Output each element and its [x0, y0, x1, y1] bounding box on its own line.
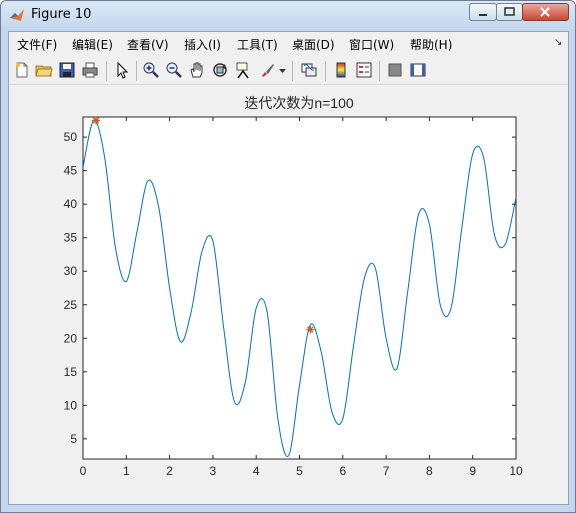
- maximize-icon: [504, 7, 515, 16]
- menu-file[interactable]: 文件(F): [17, 36, 57, 53]
- window-title: Figure 10: [31, 7, 92, 22]
- toolbar-separator: [379, 61, 380, 81]
- zoom-out-icon[interactable]: [165, 61, 183, 79]
- y-tick-label: 15: [64, 365, 78, 379]
- menu-help[interactable]: 帮助(H): [410, 36, 452, 53]
- data-cursor-icon[interactable]: [234, 61, 252, 79]
- chart-title: 迭代次数为n=100: [244, 95, 354, 111]
- x-tick-label: 2: [166, 464, 173, 478]
- close-button[interactable]: [522, 3, 569, 21]
- x-tick-label: 7: [383, 464, 390, 478]
- colorbar-icon[interactable]: [332, 61, 350, 79]
- x-tick-label: 5: [296, 464, 303, 478]
- figure-client: 文件(F) 编辑(E) 查看(V) 插入(I) 工具(T) 桌面(D) 窗口(W…: [8, 31, 569, 505]
- axes-box[interactable]: [82, 116, 517, 460]
- pointer-icon[interactable]: [113, 61, 131, 79]
- menu-insert[interactable]: 插入(I): [184, 36, 221, 53]
- menu-tools[interactable]: 工具(T): [237, 36, 278, 53]
- star-marker: [306, 325, 315, 334]
- menu-edit[interactable]: 编辑(E): [72, 36, 113, 53]
- menu-view[interactable]: 查看(V): [127, 36, 169, 53]
- y-tick-label: 25: [64, 298, 78, 312]
- figure-window: Figure 10 文件(F) 编辑(E) 查看(V) 插入(I) 工具(T) …: [0, 0, 576, 513]
- close-icon: [540, 7, 550, 17]
- x-tick-label: 3: [210, 464, 217, 478]
- y-tick-label: 35: [64, 231, 78, 245]
- toolbar-separator: [136, 61, 137, 81]
- y-tick-label: 30: [64, 264, 78, 278]
- x-tick-label: 8: [426, 464, 433, 478]
- title-bar[interactable]: Figure 10: [1, 1, 575, 29]
- legend-icon[interactable]: [355, 61, 373, 79]
- x-tick-label: 9: [469, 464, 476, 478]
- x-tick-label: 6: [339, 464, 346, 478]
- x-tick-label: 10: [509, 464, 523, 478]
- y-tick-label: 10: [64, 398, 78, 412]
- pan-icon[interactable]: [188, 61, 206, 79]
- menu-overflow-icon[interactable]: ↘: [554, 37, 562, 48]
- plot-svg[interactable]: 迭代次数为n=100 0 1 2 3 4 5 6 7 8 9 1051015202530354045…: [9, 85, 568, 504]
- figure-canvas[interactable]: 迭代次数为n=100 0 1 2 3 4 5 6 7 8 9 10 5 10 15 20 25 30 35 40 45…: [9, 85, 568, 504]
- rotate-3d-icon[interactable]: [211, 61, 229, 79]
- x-tick-label: 0: [80, 464, 87, 478]
- brush-dropdown-icon[interactable]: [278, 61, 287, 79]
- toolbar-separator: [106, 61, 107, 81]
- matlab-logo-icon: [10, 9, 24, 21]
- toolbar-separator: [292, 61, 293, 81]
- menu-bar: 文件(F) 编辑(E) 查看(V) 插入(I) 工具(T) 桌面(D) 窗口(W…: [9, 32, 568, 56]
- minimize-button[interactable]: [469, 3, 497, 21]
- print-icon[interactable]: [81, 61, 99, 79]
- minimize-icon: [479, 14, 487, 16]
- y-tick-label: 5: [70, 432, 77, 446]
- new-figure-icon[interactable]: [13, 61, 31, 79]
- hide-plot-tools-icon[interactable]: [386, 61, 404, 79]
- menu-desktop[interactable]: 桌面(D): [292, 36, 335, 53]
- zoom-in-icon[interactable]: [142, 61, 160, 79]
- y-tick-label: 20: [64, 331, 78, 345]
- show-plot-tools-icon[interactable]: [409, 61, 427, 79]
- x-tick-label: 4: [253, 464, 260, 478]
- maximize-button[interactable]: [496, 3, 523, 21]
- open-file-icon[interactable]: [35, 61, 53, 79]
- toolbar: [9, 57, 568, 85]
- link-plot-icon[interactable]: [300, 61, 318, 79]
- menu-window[interactable]: 窗口(W): [349, 36, 394, 53]
- toolbar-separator: [325, 61, 326, 81]
- y-tick-label: 50: [64, 130, 78, 144]
- x-tick-label: 1: [123, 464, 130, 478]
- y-tick-label: 45: [64, 164, 78, 178]
- brush-icon[interactable]: [258, 61, 276, 79]
- save-icon[interactable]: [58, 61, 76, 79]
- y-tick-label: 40: [64, 197, 78, 211]
